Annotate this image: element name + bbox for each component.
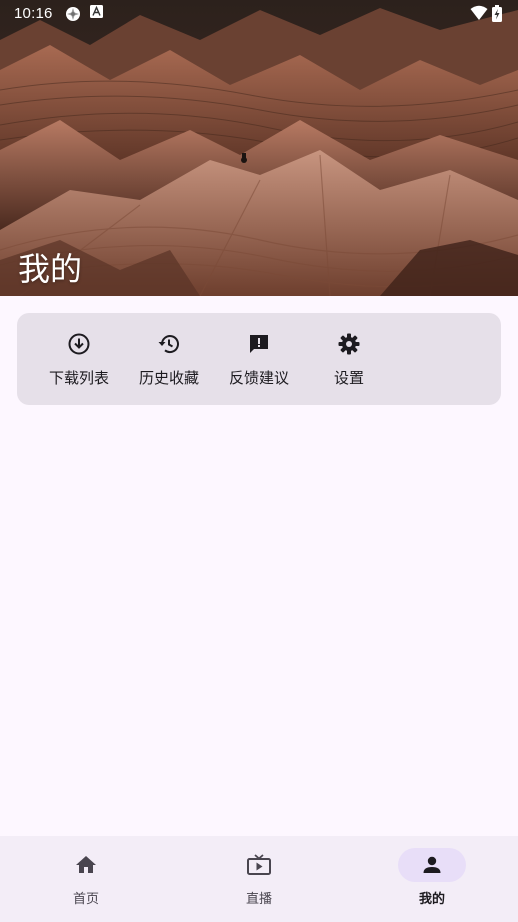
feedback-icon bbox=[246, 331, 272, 357]
nav-label-mine: 我的 bbox=[418, 892, 445, 907]
gear-icon bbox=[336, 331, 362, 357]
app-icon bbox=[64, 5, 82, 23]
history-icon bbox=[156, 331, 182, 357]
nav-label-home: 首页 bbox=[72, 892, 99, 907]
history-favorites-button[interactable]: 历史收藏 bbox=[124, 313, 214, 405]
page-title: 我的 bbox=[18, 250, 83, 288]
download-list-label: 下载列表 bbox=[48, 369, 109, 387]
a-notification-icon bbox=[90, 5, 103, 18]
settings-label: 设置 bbox=[333, 369, 364, 387]
quick-actions-card: 下载列表 历史收藏 反馈建议 设置 bbox=[17, 313, 501, 405]
nav-label-live: 直播 bbox=[245, 892, 272, 907]
header-banner: 10:16 我的 bbox=[0, 0, 518, 296]
feedback-label: 反馈建议 bbox=[228, 369, 289, 387]
bottom-navigation: 首页 直播 我的 bbox=[0, 836, 518, 922]
nav-indicator-active bbox=[398, 848, 466, 882]
download-icon bbox=[66, 331, 92, 357]
nav-indicator bbox=[52, 848, 120, 882]
nav-item-mine[interactable]: 我的 bbox=[346, 836, 518, 922]
feedback-button[interactable]: 反馈建议 bbox=[214, 313, 304, 405]
status-time: 10:16 bbox=[14, 5, 53, 22]
nav-item-home[interactable]: 首页 bbox=[0, 836, 172, 922]
nav-indicator bbox=[225, 848, 293, 882]
wifi-icon bbox=[470, 5, 488, 21]
person-icon bbox=[423, 856, 441, 873]
battery-charging-icon bbox=[492, 5, 502, 22]
nav-item-live[interactable]: 直播 bbox=[173, 836, 345, 922]
status-bar: 10:16 bbox=[0, 0, 518, 28]
home-icon bbox=[76, 856, 96, 873]
live-tv-icon bbox=[247, 854, 271, 875]
history-favorites-label: 历史收藏 bbox=[138, 369, 199, 387]
settings-button[interactable]: 设置 bbox=[304, 313, 394, 405]
download-list-button[interactable]: 下载列表 bbox=[34, 313, 124, 405]
